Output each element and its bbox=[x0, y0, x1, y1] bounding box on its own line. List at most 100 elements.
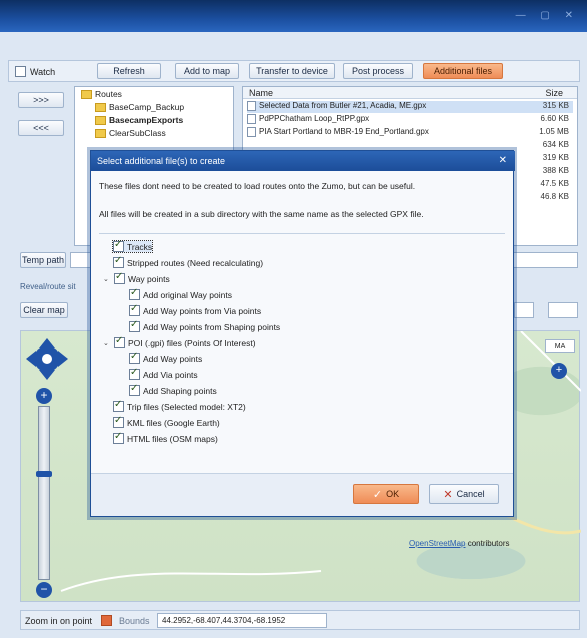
tree-item-label: BasecampExports bbox=[109, 115, 184, 125]
poi-way-checkbox[interactable] bbox=[129, 351, 140, 364]
stripped-checkbox[interactable] bbox=[113, 255, 124, 268]
tree-item-exports[interactable]: BasecampExports bbox=[95, 115, 184, 126]
tree-item-clearsubclass[interactable]: ClearSubClass bbox=[95, 128, 166, 139]
poi-via-checkbox[interactable] bbox=[129, 367, 140, 380]
option-waypoints[interactable]: ⌄ Way points bbox=[103, 271, 170, 284]
zoom-out-icon[interactable]: − bbox=[36, 582, 52, 598]
ok-label: OK bbox=[386, 489, 400, 499]
option-poi-way-points[interactable]: Add Way points bbox=[129, 351, 203, 364]
option-label: Add Way points bbox=[143, 353, 203, 364]
column-header-name[interactable]: Name bbox=[249, 88, 273, 98]
option-waypoints-from-shaping[interactable]: Add Way points from Shaping points bbox=[129, 319, 280, 332]
dialog-close-icon[interactable]: ✕ bbox=[499, 155, 507, 166]
dialog-description-2: All files will be created in a sub direc… bbox=[99, 209, 424, 219]
move-back-button[interactable]: <<< bbox=[18, 120, 64, 136]
kml-checkbox[interactable] bbox=[113, 415, 124, 428]
add-via-checkbox[interactable] bbox=[129, 303, 140, 316]
column-header-size[interactable]: Size bbox=[545, 88, 563, 98]
check-icon: ✓ bbox=[372, 488, 383, 501]
expand-caret-icon[interactable]: ⌄ bbox=[103, 275, 111, 283]
option-trip-files[interactable]: Trip files (Selected model: XT2) bbox=[113, 399, 246, 412]
map-corner-label: MA bbox=[545, 339, 575, 353]
bounds-field[interactable]: 44.2952,-68.407,44.3704,-68.1952 bbox=[157, 613, 327, 628]
file-name: PdPPChatham Loop_RtPP.gpx bbox=[259, 114, 370, 124]
cancel-label: Cancel bbox=[456, 489, 485, 499]
tree-item-backup[interactable]: BaseCamp_Backup bbox=[95, 102, 184, 113]
html-checkbox[interactable] bbox=[113, 431, 124, 444]
temp-path-button[interactable]: Temp path bbox=[20, 252, 66, 268]
move-forward-button[interactable]: >>> bbox=[18, 92, 64, 108]
window-controls[interactable]: — ▢ ✕ bbox=[516, 10, 579, 21]
watch-label: Watch bbox=[30, 66, 56, 77]
file-row[interactable]: Selected Data from Butler #21, Acadia, M… bbox=[247, 101, 573, 113]
section-label: Reveal/route sit bbox=[20, 282, 76, 291]
poi-checkbox[interactable] bbox=[114, 335, 125, 348]
option-kml-files[interactable]: KML files (Google Earth) bbox=[113, 415, 220, 428]
add-shaping-checkbox[interactable] bbox=[129, 319, 140, 332]
add-to-map-button[interactable]: Add to map bbox=[175, 63, 239, 79]
options-tree: Tracks Stripped routes (Need recalculati… bbox=[103, 239, 293, 459]
file-icon bbox=[247, 101, 256, 111]
cancel-button[interactable]: ✕ Cancel bbox=[429, 484, 499, 504]
expand-caret-icon[interactable]: ⌄ bbox=[103, 339, 111, 347]
zoom-in-on-point-toggle[interactable] bbox=[101, 615, 112, 626]
ok-button[interactable]: ✓ OK bbox=[353, 484, 419, 504]
dialog-footer: ✓ OK ✕ Cancel bbox=[91, 473, 513, 516]
cancel-x-icon: ✕ bbox=[443, 488, 453, 501]
tree-item-routes[interactable]: Routes bbox=[81, 89, 122, 100]
folder-icon bbox=[95, 116, 106, 126]
dialog-divider bbox=[99, 233, 505, 234]
add-original-checkbox[interactable] bbox=[129, 287, 140, 300]
option-add-original-waypoints[interactable]: Add original Way points bbox=[129, 287, 232, 300]
folder-icon bbox=[81, 90, 92, 100]
option-label: Add Shaping points bbox=[143, 385, 217, 396]
zoom-slider-thumb[interactable] bbox=[36, 471, 52, 477]
map-option-input[interactable] bbox=[548, 302, 578, 318]
zoom-in-on-point-label: Zoom in on point bbox=[25, 616, 93, 626]
clear-map-button[interactable]: Clear map bbox=[20, 302, 68, 318]
poi-shaping-checkbox[interactable] bbox=[129, 383, 140, 396]
option-label: KML files (Google Earth) bbox=[127, 417, 220, 428]
map-attribution: OpenStreetMap contributors bbox=[409, 539, 510, 548]
tracks-checkbox[interactable] bbox=[113, 239, 124, 252]
option-poi-via-points[interactable]: Add Via points bbox=[129, 367, 198, 380]
option-tracks[interactable]: Tracks bbox=[111, 239, 154, 253]
option-waypoints-from-via[interactable]: Add Way points from Via points bbox=[129, 303, 261, 316]
dialog-titlebar: Select additional file(s) to create ✕ bbox=[91, 151, 515, 171]
option-poi-files[interactable]: ⌄ POI (.gpi) files (Points Of Interest) bbox=[103, 335, 256, 348]
transfer-to-device-button[interactable]: Transfer to device bbox=[249, 63, 335, 79]
watch-checkbox[interactable]: Watch bbox=[15, 66, 55, 77]
zoom-in-icon[interactable]: + bbox=[36, 388, 52, 404]
map-pan-control-icon[interactable] bbox=[24, 336, 70, 382]
tree-item-label: ClearSubClass bbox=[109, 128, 166, 138]
option-stripped-routes[interactable]: Stripped routes (Need recalculating) bbox=[113, 255, 264, 268]
map-option-input[interactable] bbox=[514, 302, 534, 318]
file-row[interactable]: PdPPChatham Loop_RtPP.gpx 6.60 KB bbox=[247, 114, 573, 126]
folder-icon bbox=[95, 103, 106, 113]
refresh-button[interactable]: Refresh bbox=[97, 63, 161, 79]
statusbar: Zoom in on point Bounds 44.2952,-68.407,… bbox=[20, 610, 580, 630]
file-row[interactable]: PIA Start Portland to MBR-19 End_Portlan… bbox=[247, 127, 573, 139]
file-size: 47.5 KB bbox=[540, 179, 569, 188]
watch-checkbox-box[interactable] bbox=[15, 66, 26, 77]
folder-icon bbox=[95, 129, 106, 139]
option-label: HTML files (OSM maps) bbox=[127, 433, 218, 444]
attribution-tail: contributors bbox=[467, 539, 510, 548]
option-label: Tracks bbox=[127, 241, 153, 252]
file-size: 319 KB bbox=[542, 153, 569, 162]
trip-checkbox[interactable] bbox=[113, 399, 124, 412]
option-label: Add Via points bbox=[143, 369, 198, 380]
post-process-button[interactable]: Post process bbox=[343, 63, 413, 79]
map-zoom-plus-icon[interactable]: + bbox=[551, 363, 567, 379]
option-html-files[interactable]: HTML files (OSM maps) bbox=[113, 431, 218, 444]
option-poi-shaping-points[interactable]: Add Shaping points bbox=[129, 383, 217, 396]
main-toolbar: Watch Refresh Add to map Transfer to dev… bbox=[8, 60, 580, 82]
option-label: Stripped routes (Need recalculating) bbox=[127, 257, 264, 268]
file-size: 1.05 MB bbox=[539, 127, 569, 136]
tree-item-label: Routes bbox=[95, 89, 122, 99]
additional-files-button[interactable]: Additional files bbox=[423, 63, 503, 79]
osm-link[interactable]: OpenStreetMap bbox=[409, 539, 465, 548]
option-label: Trip files (Selected model: XT2) bbox=[127, 401, 246, 412]
zoom-slider[interactable] bbox=[36, 406, 52, 580]
waypoints-checkbox[interactable] bbox=[114, 271, 125, 284]
